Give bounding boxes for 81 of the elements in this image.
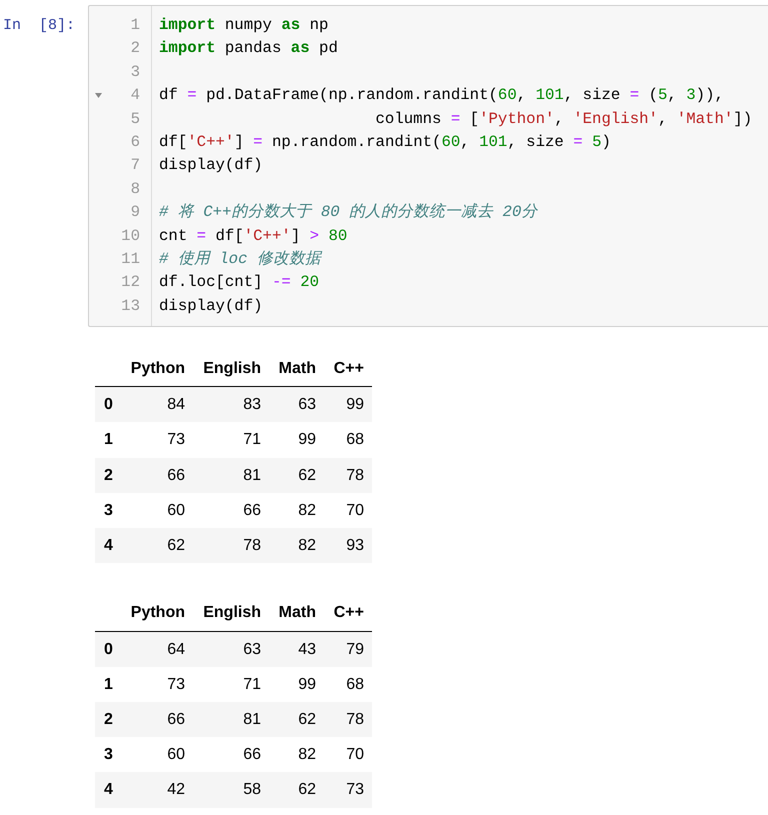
table-cell: 62 xyxy=(269,702,324,738)
table-cell: 83 xyxy=(193,386,269,422)
line-number: 9 xyxy=(130,202,140,224)
table-cell: 84 xyxy=(121,386,193,422)
table-cell: 81 xyxy=(193,458,269,493)
table-cell-text: 99 xyxy=(297,430,317,450)
column-header: C++ xyxy=(324,596,372,631)
table-cell: 82 xyxy=(269,528,324,564)
line-number: 2 xyxy=(130,38,140,60)
line-number: 3 xyxy=(130,62,140,83)
row-index: 2 xyxy=(95,702,121,738)
table-cell: 64 xyxy=(121,631,193,667)
line-number: 11 xyxy=(121,248,140,270)
table-cell-text: 73 xyxy=(166,430,186,450)
code-line: import pandas as pd xyxy=(159,38,338,60)
row-index: 3 xyxy=(95,737,121,772)
table-cell: 66 xyxy=(121,702,193,738)
table-cell: 60 xyxy=(121,492,193,528)
line-number: 4 xyxy=(130,85,140,106)
code-line: # 将 C++的分数大于 80 的人的分数统一减去 20分 xyxy=(159,202,538,224)
table-cell: 63 xyxy=(193,631,269,667)
table-cell: 63 xyxy=(269,386,324,422)
table-cell: 43 xyxy=(269,631,324,667)
column-header: Python xyxy=(121,596,193,631)
table-cell: 82 xyxy=(269,737,324,772)
table-cell: 42 xyxy=(121,772,193,808)
table-cell: 73 xyxy=(324,772,372,808)
row-index: 0 xyxy=(95,386,121,422)
table-cell: 62 xyxy=(269,458,324,493)
row-index: 4 xyxy=(95,528,121,564)
code-line: cnt = df['C++'] > 80 xyxy=(159,226,348,247)
row-index: 1 xyxy=(103,430,114,450)
row-index: 3 xyxy=(95,492,121,528)
row-index: 1 xyxy=(95,666,121,702)
line-number: 13 xyxy=(121,296,140,317)
line-number: 12 xyxy=(121,272,140,294)
table-cell: 73 xyxy=(121,666,193,702)
table-cell: 68 xyxy=(324,666,372,702)
line-number: 1 xyxy=(130,15,140,36)
column-header: Math xyxy=(269,596,324,631)
caret-down-icon[interactable] xyxy=(95,93,102,98)
line-number: 7 xyxy=(130,155,140,176)
table-cell: 71 xyxy=(193,666,269,702)
table-cell: 99 xyxy=(324,386,372,422)
table-cell: 93 xyxy=(324,528,372,564)
table-cell: 79 xyxy=(324,631,372,667)
table-cell: 99 xyxy=(269,666,324,702)
line-number: 6 xyxy=(130,132,140,153)
cell-prompt: In [8]: xyxy=(3,16,76,36)
code-line: display(df) xyxy=(159,296,263,317)
table-cell: 70 xyxy=(324,737,372,772)
code-line: df['C++'] = np.random.randint(60, 101, size = 5) xyxy=(159,132,611,153)
code-line: df = pd.DataFrame(np.random.randint(60, 101, size = (5, 3)), xyxy=(159,85,724,106)
table-cell-text: 68 xyxy=(345,430,365,450)
table-cell: 78 xyxy=(324,458,372,493)
table-cell: 78 xyxy=(193,528,269,564)
code-line: df.loc[cnt] -= 20 xyxy=(159,272,320,294)
line-number: 8 xyxy=(130,178,140,200)
column-header: English xyxy=(193,596,269,631)
row-index: 0 xyxy=(95,631,121,667)
table-cell: 66 xyxy=(193,737,269,772)
table-cell: 66 xyxy=(193,492,269,528)
code-line: columns = ['Python', 'English', 'Math']) xyxy=(374,108,752,130)
table-cell: 60 xyxy=(121,737,193,772)
table-cell: 58 xyxy=(193,772,269,808)
line-number: 10 xyxy=(121,226,140,247)
code-line: import numpy as np xyxy=(159,15,328,36)
table-cell: 62 xyxy=(269,772,324,808)
table-cell: 70 xyxy=(324,492,372,528)
code-line: # 使用 loc 修改数据 xyxy=(159,248,321,270)
code-editor[interactable] xyxy=(88,5,768,328)
code-line: display(df) xyxy=(159,155,263,176)
table-cell: 82 xyxy=(269,492,324,528)
table-cell: 66 xyxy=(121,458,193,493)
row-index: 2 xyxy=(95,458,121,493)
line-number: 5 xyxy=(130,108,140,130)
table-cell: 81 xyxy=(193,702,269,738)
table-cell: 62 xyxy=(121,528,193,564)
table-cell-text: 71 xyxy=(242,430,262,450)
table-cell: 78 xyxy=(324,702,372,738)
row-index: 4 xyxy=(95,772,121,808)
